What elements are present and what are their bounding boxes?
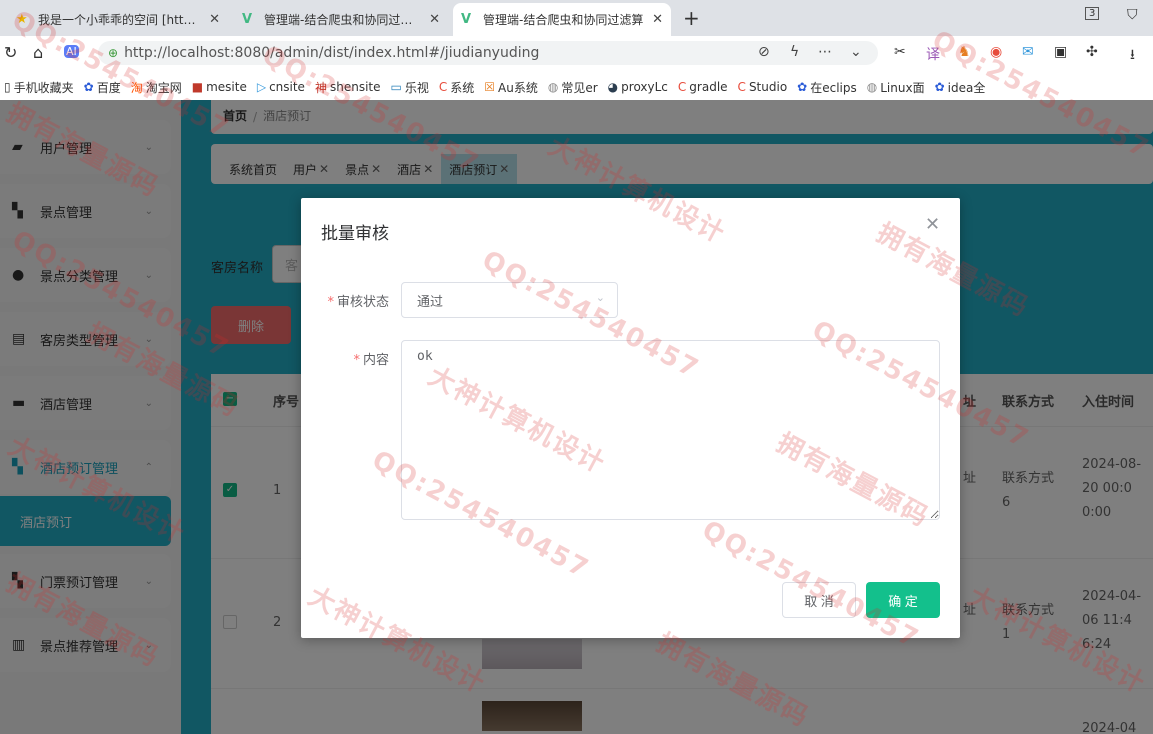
secure-icon: ⊕ bbox=[108, 46, 119, 60]
chevron-down-icon[interactable]: ⌄ bbox=[850, 44, 862, 60]
review-status-select[interactable]: 通过 ⌄ bbox=[401, 282, 618, 318]
translate-icon[interactable]: 译 bbox=[926, 44, 940, 64]
content-label-text: 内容 bbox=[362, 353, 389, 368]
bookmark[interactable]: C 系统 bbox=[439, 79, 474, 96]
bookmark-label: 系统 bbox=[450, 80, 475, 95]
browser-tab-3[interactable]: V 管理端-结合爬虫和协同过滤算 ✕ bbox=[453, 3, 671, 36]
tab-title: 管理端-结合爬虫和协同过滤算 bbox=[264, 13, 424, 27]
content-label: * 内容 bbox=[301, 349, 389, 368]
weibo-icon[interactable]: ◉ bbox=[990, 44, 1002, 60]
bookmark[interactable]: ▯ 手机收藏夹 bbox=[4, 79, 74, 96]
site-icon: ◕ bbox=[607, 80, 619, 94]
site-icon: ■ bbox=[191, 80, 204, 94]
bookmark-label: Linux面 bbox=[880, 80, 925, 95]
taobao-icon: 淘 bbox=[130, 80, 143, 95]
bookmark-label: 在eclips bbox=[810, 80, 857, 95]
dialog-title: 批量审核 bbox=[321, 224, 389, 244]
bookmark[interactable]: ■ mesite bbox=[192, 80, 247, 94]
bookmark-label: 常见er bbox=[561, 80, 598, 95]
window-icon[interactable]: ▣ bbox=[1054, 44, 1067, 60]
confirm-button[interactable]: 确 定 bbox=[866, 582, 940, 618]
bookmark[interactable]: ◍ 常见er bbox=[548, 79, 598, 96]
c-icon: C bbox=[737, 80, 746, 94]
bookmark[interactable]: ◕ proxyLc bbox=[608, 80, 668, 94]
bookmark-label: idea全 bbox=[947, 80, 986, 95]
bookmarks-bar: ▯ 手机收藏夹 ✿ 百度 淘淘宝网 ■ mesite ▷ cnsite 神 shensit… bbox=[0, 74, 1153, 100]
tab-count-badge[interactable]: 3 bbox=[1085, 7, 1100, 20]
globe-icon: ◍ bbox=[547, 80, 559, 94]
globe-icon: ◍ bbox=[866, 80, 878, 94]
close-icon[interactable]: ✕ bbox=[925, 214, 940, 235]
bookmark[interactable]: ☒ Au系统 bbox=[484, 79, 538, 96]
bookmark[interactable]: C Studio bbox=[738, 80, 788, 94]
shirt-icon[interactable]: ⛉ bbox=[1127, 7, 1138, 23]
browser-tab-1[interactable]: ★ 我是一个小乖乖的空间 [http:// ✕ bbox=[8, 3, 228, 36]
tv-icon: ▭ bbox=[390, 80, 402, 94]
mail-icon[interactable]: ✉ bbox=[1022, 44, 1034, 60]
bookmark-label: 乐视 bbox=[404, 80, 429, 95]
scissors-icon[interactable]: ✂ bbox=[894, 44, 906, 60]
bookmark[interactable]: ✿ idea全 bbox=[935, 79, 986, 96]
bookmark[interactable]: Cgradle bbox=[678, 80, 728, 94]
bookmark-label: shensite bbox=[329, 80, 381, 94]
download-icon[interactable]: ⭳ bbox=[1130, 44, 1135, 68]
star-icon: ★ bbox=[16, 12, 28, 27]
tab-title: 我是一个小乖乖的空间 [http:// bbox=[38, 13, 204, 27]
browser-tab-2[interactable]: V 管理端-结合爬虫和协同过滤算 ✕ bbox=[234, 3, 448, 36]
select-value: 通过 bbox=[417, 294, 444, 310]
lightning-icon[interactable]: ϟ bbox=[790, 44, 799, 60]
bookmark-label: proxyLc bbox=[621, 80, 668, 94]
baidu-icon: ✿ bbox=[934, 80, 945, 94]
url-text: http://localhost:8080/admin/dist/index.h… bbox=[124, 45, 540, 61]
browser-tab-bar: ★ 我是一个小乖乖的空间 [http:// ✕ V 管理端-结合爬虫和协同过滤算… bbox=[0, 0, 1153, 36]
bookmark-label: cnsite bbox=[269, 80, 305, 94]
bookmark[interactable]: ✿ 在eclips bbox=[797, 79, 857, 96]
compass-icon[interactable]: ⊘ bbox=[758, 44, 770, 60]
batch-review-dialog: 批量审核 ✕ * 审核状态 通过 ⌄ * 内容 ok 取 消 确 定 bbox=[301, 198, 960, 638]
c-icon: C bbox=[438, 80, 448, 94]
bookmark-label: Studio bbox=[748, 80, 788, 94]
ai-icon[interactable]: AI bbox=[64, 45, 79, 58]
vue-logo-icon: V bbox=[242, 12, 253, 27]
bookmark-label: mesite bbox=[206, 80, 247, 94]
bookmark[interactable]: ◍ Linux面 bbox=[867, 79, 925, 96]
cancel-button[interactable]: 取 消 bbox=[782, 582, 856, 618]
status-label-text: 审核状态 bbox=[336, 295, 389, 310]
content-textarea[interactable]: ok bbox=[401, 340, 940, 520]
bookmark-label: gradle bbox=[689, 80, 728, 94]
puzzle-icon[interactable]: ✣ bbox=[1086, 44, 1098, 60]
tab-title: 管理端-结合爬虫和协同过滤算 bbox=[483, 13, 644, 27]
baidu-icon: ✿ bbox=[83, 80, 94, 94]
bookmark[interactable]: ✿ 百度 bbox=[84, 79, 121, 96]
close-icon[interactable]: ✕ bbox=[209, 12, 220, 27]
bookmark-label: 淘宝网 bbox=[145, 80, 182, 95]
close-icon[interactable]: ✕ bbox=[429, 12, 440, 27]
required-mark: * bbox=[327, 295, 334, 310]
bookmark-label: 手机收藏夹 bbox=[13, 80, 74, 95]
bookmark[interactable]: ▷ cnsite bbox=[257, 80, 305, 94]
address-bar-row: ↻ ⌂ AI ⊕ http://localhost:8080/admin/dis… bbox=[0, 36, 1153, 70]
bookmark[interactable]: 淘淘宝网 bbox=[131, 79, 182, 96]
game-icon[interactable]: ♞ bbox=[958, 44, 971, 60]
status-label: * 审核状态 bbox=[301, 291, 389, 310]
chevron-down-icon: ⌄ bbox=[595, 291, 605, 304]
more-icon[interactable]: ⋯ bbox=[818, 44, 832, 60]
required-mark: * bbox=[353, 353, 360, 368]
baidu-icon: ✿ bbox=[797, 80, 808, 94]
site-icon: ☒ bbox=[484, 80, 496, 94]
c-icon: C bbox=[677, 80, 687, 94]
phone-icon: ▯ bbox=[4, 80, 11, 94]
close-icon[interactable]: ✕ bbox=[652, 12, 663, 27]
bookmark[interactable]: ▭ 乐视 bbox=[391, 79, 429, 96]
bookmark-label: Au系统 bbox=[498, 80, 538, 95]
new-tab-icon[interactable]: + bbox=[683, 6, 700, 30]
bookmark[interactable]: 神 shensite bbox=[315, 79, 381, 96]
site-icon: ▷ bbox=[256, 80, 267, 94]
vue-logo-icon: V bbox=[461, 12, 472, 27]
home-icon[interactable]: ⌂ bbox=[33, 43, 43, 62]
site-icon: 神 bbox=[314, 80, 327, 95]
reload-icon[interactable]: ↻ bbox=[4, 43, 17, 62]
url-field[interactable]: ⊕ http://localhost:8080/admin/dist/index… bbox=[98, 41, 878, 65]
bookmark-label: 百度 bbox=[96, 80, 121, 95]
